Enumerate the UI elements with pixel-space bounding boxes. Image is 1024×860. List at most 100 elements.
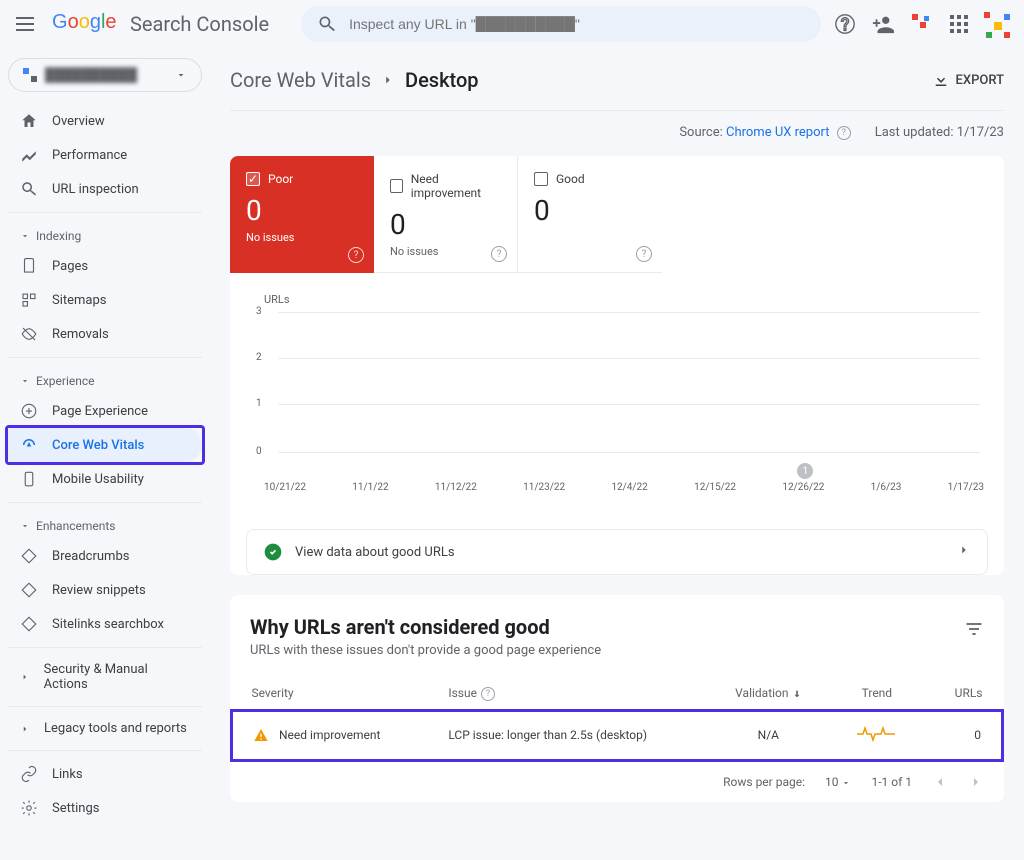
need-count: 0 — [390, 208, 501, 241]
next-page-icon[interactable] — [968, 774, 984, 790]
sidebar-label: Sitelinks searchbox — [52, 617, 164, 632]
download-icon — [932, 71, 950, 89]
status-tabs: ✓Poor 0 No issues ? Need improvement 0 N… — [230, 156, 1004, 273]
rows-per-page-select[interactable]: 10 — [825, 775, 851, 789]
view-good-urls-link[interactable]: View data about good URLs — [246, 529, 988, 575]
chevron-right-icon — [957, 543, 971, 561]
help-icon[interactable] — [834, 13, 856, 35]
tab-poor[interactable]: ✓Poor 0 No issues ? — [230, 156, 374, 273]
sidebar-label: Security & Manual Actions — [44, 662, 190, 692]
users-icon[interactable] — [872, 13, 894, 35]
warning-icon — [253, 727, 269, 743]
sidebar-item-sitelinks-searchbox[interactable]: Sitelinks searchbox — [8, 607, 202, 641]
notifications-icon[interactable] — [910, 12, 934, 36]
sidebar-item-page-experience[interactable]: Page Experience — [8, 394, 202, 428]
prev-page-icon[interactable] — [932, 774, 948, 790]
speed-icon — [20, 436, 38, 454]
help-icon[interactable]: ? — [481, 687, 495, 701]
breadcrumb-parent[interactable]: Core Web Vitals — [230, 68, 371, 92]
chart-ylabel: URLs — [250, 293, 984, 306]
chevron-down-icon — [20, 521, 30, 531]
divider — [8, 750, 202, 751]
sidebar-item-url-inspection[interactable]: URL inspection — [8, 172, 202, 206]
google-wordmark: Google — [52, 10, 126, 39]
col-issue[interactable]: Issue? — [428, 678, 706, 710]
hamburger-icon[interactable] — [16, 12, 40, 36]
check-circle-icon — [263, 542, 283, 562]
chart-area: URLs 3 2 1 0 1 10/21/22 11/1/22 11/12/22… — [230, 273, 1004, 513]
rows-per-page-label: Rows per page: — [723, 775, 805, 789]
chart-annotation[interactable]: 1 — [797, 463, 813, 479]
sidebar-item-review-snippets[interactable]: Review snippets — [8, 573, 202, 607]
search-input[interactable] — [349, 16, 805, 32]
sidebar-label: Review snippets — [52, 583, 146, 598]
apps-icon[interactable] — [950, 15, 968, 33]
property-icon — [23, 68, 37, 82]
sidebar-label: Removals — [52, 327, 109, 342]
divider — [8, 357, 202, 358]
page-range: 1-1 of 1 — [871, 775, 912, 789]
help-icon[interactable]: ? — [636, 246, 652, 262]
col-validation[interactable]: Validation — [706, 678, 830, 710]
col-trend[interactable]: Trend — [830, 678, 923, 710]
sidebar-label: Page Experience — [52, 404, 148, 419]
mobile-icon — [20, 470, 38, 488]
diamond-icon — [20, 547, 38, 565]
avatar[interactable] — [984, 12, 1008, 36]
sidebar-label: Sitemaps — [52, 293, 107, 308]
breadcrumb-row: Core Web Vitals Desktop EXPORT — [230, 68, 1004, 111]
issue-row[interactable]: Need improvement LCP issue: longer than … — [232, 710, 1003, 760]
divider — [8, 212, 202, 213]
svg-text:Google: Google — [52, 11, 117, 33]
issues-subtitle: URLs with these issues don't provide a g… — [250, 643, 601, 658]
sidebar-section-experience[interactable]: Experience — [8, 364, 202, 394]
tab-good[interactable]: Good 0 ? — [518, 156, 662, 273]
export-button[interactable]: EXPORT — [932, 71, 1004, 89]
help-icon[interactable]: ? — [348, 247, 364, 263]
link-icon — [20, 765, 38, 783]
diamond-icon — [20, 581, 38, 599]
sidebar-item-pages[interactable]: Pages — [8, 249, 202, 283]
chevron-right-icon — [20, 724, 30, 734]
issues-card: Why URLs aren't considered good URLs wit… — [230, 595, 1004, 802]
sidebar: ██████████ Overview Performance URL insp… — [0, 48, 210, 860]
col-severity[interactable]: Severity — [232, 678, 429, 710]
sidebar-item-settings[interactable]: Settings — [8, 791, 202, 825]
sidebar-item-performance[interactable]: Performance — [8, 138, 202, 172]
sidebar-section-enhancements[interactable]: Enhancements — [8, 509, 202, 539]
sidebar-label: Pages — [52, 259, 88, 274]
sidebar-item-mobile-usability[interactable]: Mobile Usability — [8, 462, 202, 496]
sidebar-label: Overview — [52, 114, 105, 129]
sidebar-item-links[interactable]: Links — [8, 757, 202, 791]
sidebar-item-removals[interactable]: Removals — [8, 317, 202, 351]
chevron-down-icon — [175, 69, 187, 81]
sidebar-section-indexing[interactable]: Indexing — [8, 219, 202, 249]
chevron-right-icon — [381, 73, 395, 87]
sidebar-item-security[interactable]: Security & Manual Actions — [8, 654, 202, 700]
help-icon[interactable]: ? — [837, 126, 851, 140]
col-urls[interactable]: URLs — [923, 678, 1002, 710]
plus-circle-icon — [20, 402, 38, 420]
validation-text: N/A — [706, 710, 830, 760]
divider — [8, 647, 202, 648]
sidebar-item-overview[interactable]: Overview — [8, 104, 202, 138]
sidebar-item-legacy[interactable]: Legacy tools and reports — [8, 713, 202, 744]
source-label: Source: Chrome UX report ? — [679, 125, 850, 140]
source-link[interactable]: Chrome UX report — [726, 125, 830, 140]
sidebar-item-core-web-vitals[interactable]: Core Web Vitals — [8, 428, 202, 462]
sidebar-item-breadcrumbs[interactable]: Breadcrumbs — [8, 539, 202, 573]
sidebar-item-sitemaps[interactable]: Sitemaps — [8, 283, 202, 317]
help-icon[interactable]: ? — [491, 246, 507, 262]
pages-icon — [20, 257, 38, 275]
url-inspection-search[interactable] — [301, 6, 821, 42]
sidebar-label: Performance — [52, 148, 127, 163]
tab-need-improvement[interactable]: Need improvement 0 No issues ? — [374, 156, 518, 273]
gear-icon — [20, 799, 38, 817]
property-selector[interactable]: ██████████ — [8, 58, 202, 92]
google-logo[interactable]: Google Search Console — [52, 10, 269, 39]
filter-icon[interactable] — [964, 619, 984, 639]
product-name: Search Console — [130, 12, 269, 36]
app-header: Google Search Console — [0, 0, 1024, 48]
checkbox-checked-icon: ✓ — [246, 172, 260, 186]
sidebar-label: Mobile Usability — [52, 472, 144, 487]
